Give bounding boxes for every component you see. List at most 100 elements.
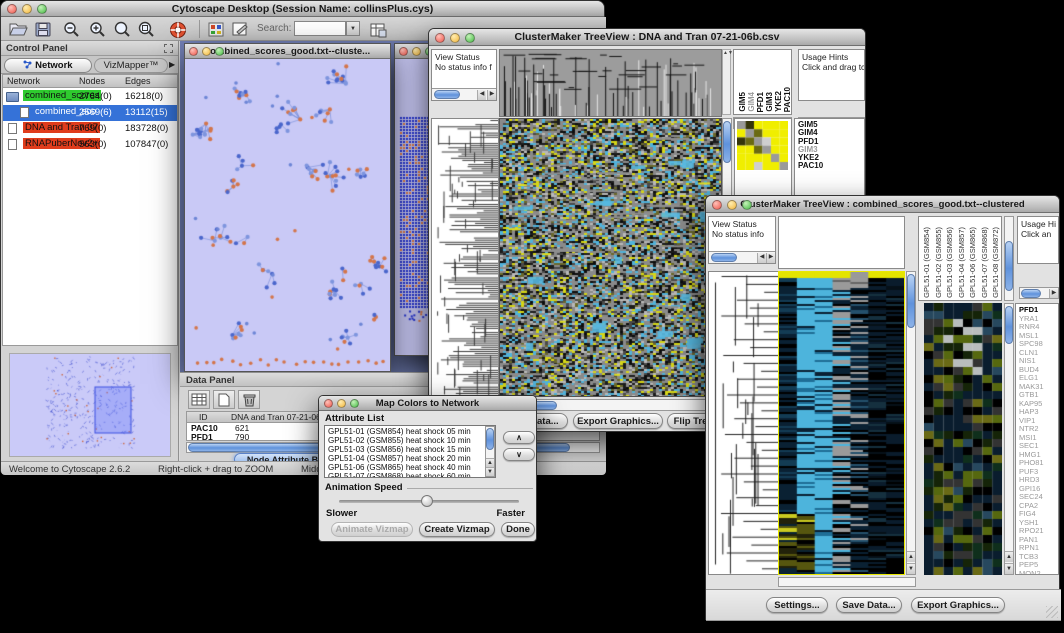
- scroll-left-icon[interactable]: ◀: [757, 253, 766, 263]
- close-icon[interactable]: [712, 200, 722, 210]
- minimize-icon[interactable]: [22, 4, 32, 14]
- save-icon[interactable]: [32, 20, 54, 39]
- attribute-list-vscrollbar[interactable]: ▲ ▼: [485, 426, 495, 477]
- tv1-column-label[interactable]: PAC10: [783, 87, 792, 112]
- attribute-browser-icon[interactable]: [367, 20, 389, 39]
- tv2-save-data-button[interactable]: Save Data...: [836, 597, 902, 613]
- main-titlebar[interactable]: Cytoscape Desktop (Session Name: collins…: [1, 1, 604, 17]
- tv2-hscrollbar[interactable]: [778, 577, 916, 587]
- zoom-out-icon[interactable]: [61, 20, 83, 39]
- tab-overflow-icon[interactable]: ▶: [169, 60, 175, 69]
- resize-grip[interactable]: [1046, 606, 1058, 618]
- tv2-zoom-vscrollbar[interactable]: ▲ ▼: [1004, 303, 1014, 575]
- attribute-list-item[interactable]: GPL51-02 (GSM855) heat shock 10 min: [328, 436, 495, 445]
- search-dropdown-icon[interactable]: ▼: [346, 21, 360, 36]
- zoom-in-icon[interactable]: [87, 20, 109, 39]
- tv1-zoom-heatmap[interactable]: [737, 121, 788, 170]
- attribute-list-item[interactable]: GPL51-01 (GSM854) heat shock 05 min: [328, 427, 495, 436]
- tv1-status-scrollbar[interactable]: ◀ ▶: [432, 88, 496, 100]
- tv2-column-label[interactable]: GPL51-08 (GSM872): [991, 227, 1001, 298]
- attribute-select-icon[interactable]: [188, 390, 210, 409]
- scroll-right-icon[interactable]: ▶: [766, 253, 775, 263]
- minimize-icon[interactable]: [450, 33, 460, 43]
- tv1-global-heatmap[interactable]: [499, 118, 722, 397]
- vizmap-icon[interactable]: [205, 20, 227, 39]
- tv2-settings-button[interactable]: Settings...: [766, 597, 828, 613]
- attribute-list-item[interactable]: GPL51-07 (GSM868) heat shock 60 min: [328, 472, 495, 478]
- attribute-list-item[interactable]: GPL51-06 (GSM865) heat shock 40 min: [328, 463, 495, 472]
- speed-slider[interactable]: [339, 500, 519, 503]
- zoom-fit-icon[interactable]: [135, 20, 157, 39]
- tv2-heatmap-vscrollbar[interactable]: ▲ ▼: [906, 271, 916, 575]
- slider-thumb[interactable]: [421, 495, 433, 507]
- tv2-global-heatmap[interactable]: [778, 271, 905, 575]
- close-icon[interactable]: [189, 47, 198, 56]
- network-row[interactable]: combined_scores2764(0)16218(0): [3, 89, 177, 105]
- tv2-row-labels[interactable]: PFD1YRA1RNR4MSL1SPC98CLN1NIS1BUD4ELG1MAK…: [1015, 303, 1059, 575]
- help-lifesaver-icon[interactable]: [167, 20, 189, 39]
- network-overview-canvas[interactable]: [9, 353, 171, 457]
- search-input[interactable]: [294, 21, 346, 36]
- open-file-icon[interactable]: [7, 20, 29, 39]
- scroll-down-icon[interactable]: ▼: [907, 563, 915, 574]
- tv1-row-label[interactable]: PAC10: [798, 162, 864, 170]
- minimize-icon[interactable]: [202, 47, 211, 56]
- zoom-window-icon[interactable]: [465, 33, 475, 43]
- scroll-right-icon[interactable]: ▶: [487, 90, 496, 100]
- tv2-column-label[interactable]: GPL51-06 (GSM865): [968, 227, 978, 298]
- scroll-thumb[interactable]: [1005, 241, 1013, 291]
- close-icon[interactable]: [7, 4, 17, 14]
- tv1-row-dendrogram[interactable]: [431, 118, 499, 397]
- tv2-zoom-heatmap[interactable]: [924, 303, 1002, 575]
- new-attribute-icon[interactable]: [213, 390, 235, 409]
- move-up-button[interactable]: ∧: [503, 431, 535, 444]
- close-icon[interactable]: [324, 399, 333, 408]
- col-nodes[interactable]: Nodes: [79, 76, 105, 86]
- scroll-up-icon[interactable]: ▲: [907, 551, 915, 562]
- tab-network[interactable]: Network: [4, 58, 92, 73]
- zoom-selected-icon[interactable]: [111, 20, 133, 39]
- network-view-1-canvas[interactable]: [186, 59, 389, 371]
- minimize-icon[interactable]: [727, 200, 737, 210]
- zoom-window-icon[interactable]: [37, 4, 47, 14]
- scroll-up-icon[interactable]: ▲: [486, 458, 494, 467]
- tv2-row-dendrogram[interactable]: [708, 271, 779, 575]
- zoom-window-icon[interactable]: [350, 399, 359, 408]
- tv2-column-label[interactable]: GPL51-03 (GSM856): [945, 227, 955, 298]
- tv2-column-label[interactable]: GPL51-01 (GSM854): [922, 227, 932, 298]
- attribute-list-item[interactable]: GPL51-04 (GSM857) heat shock 20 min: [328, 454, 495, 463]
- scroll-thumb[interactable]: [711, 253, 737, 262]
- attribute-listbox[interactable]: GPL51-01 (GSM854) heat shock 05 minGPL51…: [324, 425, 496, 478]
- close-icon[interactable]: [399, 47, 408, 56]
- zoom-window-icon[interactable]: [215, 47, 224, 56]
- attribute-list-item[interactable]: GPL51-03 (GSM856) heat shock 15 min: [328, 445, 495, 454]
- col-edges[interactable]: Edges: [125, 76, 151, 86]
- tv2-column-label[interactable]: GPL51-04 (GSM857): [957, 227, 967, 298]
- tv2-column-labels[interactable]: GPL51-01 (GSM854)GPL51-02 (GSM855)GPL51-…: [918, 216, 1002, 301]
- tv2-usage-scrollbar[interactable]: ▶: [1019, 287, 1059, 299]
- tv1-column-dendrogram[interactable]: [499, 49, 722, 117]
- annotation-icon[interactable]: [229, 20, 251, 39]
- delete-attribute-icon[interactable]: [238, 390, 260, 409]
- dialog-titlebar[interactable]: Map Colors to Network: [319, 396, 536, 411]
- network-row[interactable]: RNAPuberNov2+563(0)107847(0): [3, 137, 177, 153]
- tv2-row-label[interactable]: MON2: [1019, 570, 1058, 576]
- scroll-down-icon[interactable]: ▼: [1005, 563, 1013, 574]
- scroll-right-icon[interactable]: ▶: [1049, 289, 1058, 299]
- zoom-window-icon[interactable]: [742, 200, 752, 210]
- tv2-column-label[interactable]: GPL51-02 (GSM855): [934, 227, 944, 298]
- tv2-column-labels-vscrollbar[interactable]: [1004, 216, 1014, 301]
- tv2-column-label[interactable]: GPL51-07 (GSM868): [980, 227, 990, 298]
- col-network[interactable]: Network: [7, 76, 40, 86]
- tv2-export-graphics-button[interactable]: Export Graphics...: [911, 597, 1005, 613]
- move-down-button[interactable]: ∨: [503, 448, 535, 461]
- network-row[interactable]: DNA and Tran 07769(0)183728(0): [3, 121, 177, 137]
- scroll-thumb[interactable]: [1005, 306, 1013, 344]
- scroll-up-icon[interactable]: ▲: [1005, 551, 1013, 562]
- tab-vizmapper[interactable]: VizMapper™: [94, 58, 168, 73]
- attr-column-header[interactable]: DNA and Tran 07-21-06(: [231, 412, 324, 422]
- tv1-export-graphics-button[interactable]: Export Graphics...: [573, 413, 663, 429]
- close-icon[interactable]: [435, 33, 445, 43]
- scroll-thumb[interactable]: [486, 428, 494, 450]
- dialog-create-vizmap-button[interactable]: Create Vizmap: [419, 522, 495, 537]
